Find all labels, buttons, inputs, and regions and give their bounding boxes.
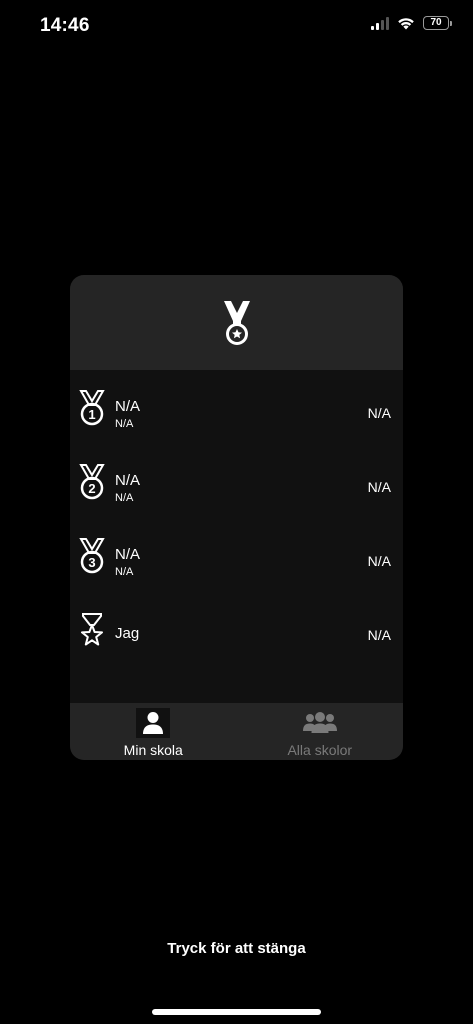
list-item: 1 N/A N/A N/A	[70, 370, 403, 444]
card-header	[70, 275, 403, 370]
status-bar: 14:46 70	[0, 0, 473, 50]
status-icons: 70	[371, 16, 452, 30]
person-icon	[143, 712, 164, 734]
svg-text:2: 2	[88, 481, 95, 496]
rank-score: N/A	[367, 553, 391, 569]
leaderboard-card: 1 N/A N/A N/A 2 N/A N/A N/A 3 N/A N/A N/…	[70, 275, 403, 760]
tab-label: Alla skolor	[287, 742, 353, 758]
wifi-icon	[398, 18, 414, 30]
rank-score: N/A	[367, 405, 391, 421]
medal-second-icon: 2	[79, 464, 105, 500]
rank-name: N/A	[115, 546, 141, 563]
rank-subtitle: N/A	[115, 566, 134, 578]
tab-alla-skolor[interactable]: Alla skolor	[237, 703, 404, 760]
status-time: 14:46	[40, 15, 90, 36]
svg-text:3: 3	[88, 555, 95, 570]
hourglass-star-icon	[81, 613, 103, 646]
signal-icon	[371, 16, 389, 30]
medal-third-icon: 3	[79, 538, 105, 574]
close-hint-button[interactable]: Tryck för att stänga	[0, 940, 473, 957]
rank-name: Jag	[115, 625, 140, 642]
rank-subtitle: N/A	[115, 492, 134, 504]
tab-label: Min skola	[123, 742, 183, 758]
list-item: 2 N/A N/A N/A	[70, 444, 403, 518]
tab-bar: Min skola Alla skolor	[70, 703, 403, 760]
tab-icon-wrap	[302, 708, 337, 738]
rank-score: N/A	[367, 627, 391, 643]
tab-icon-wrap	[136, 708, 171, 738]
rank-score: N/A	[367, 479, 391, 495]
list-item: 3 N/A N/A N/A	[70, 518, 403, 592]
tab-min-skola[interactable]: Min skola	[70, 703, 237, 760]
medal-icon	[223, 300, 250, 345]
rank-subtitle: N/A	[115, 418, 134, 430]
ranking-list: 1 N/A N/A N/A 2 N/A N/A N/A 3 N/A N/A N/…	[70, 370, 403, 666]
list-item-me: Jag N/A	[70, 592, 403, 666]
svg-text:1: 1	[88, 407, 95, 422]
battery-icon: 70	[423, 16, 452, 30]
medal-first-icon: 1	[79, 390, 105, 426]
rank-name: N/A	[115, 398, 141, 415]
home-indicator[interactable]	[152, 1009, 321, 1015]
battery-level: 70	[430, 17, 442, 28]
rank-name: N/A	[115, 472, 141, 489]
group-icon	[302, 712, 337, 733]
